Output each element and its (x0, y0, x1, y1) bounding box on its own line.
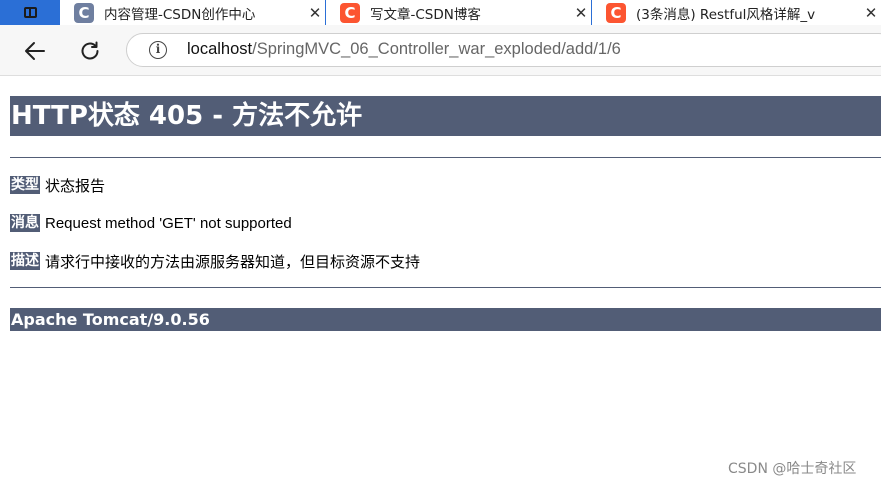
url-text[interactable]: localhost/SpringMVC_06_Controller_war_ex… (187, 40, 621, 59)
message-row: 消息 Request method 'GET' not supported (10, 212, 292, 234)
server-footer: Apache Tomcat/9.0.56 (10, 308, 881, 331)
tab-csdn-write-article[interactable]: C 写文章-CSDN博客 ✕ (326, 0, 591, 25)
watermark: CSDN @哈士奇社区 (728, 461, 857, 477)
type-label: 类型 (10, 176, 40, 194)
tab-title: (3条消息) Restful风格详解_v (636, 6, 816, 23)
url-path: /SpringMVC_06_Controller_war_exploded/ad… (252, 40, 621, 58)
tab-close-icon[interactable]: ✕ (305, 4, 325, 22)
csdn-favicon-icon: C (606, 2, 626, 23)
tab-title: 内容管理-CSDN创作中心 (104, 6, 256, 23)
tab-actions-icon (23, 7, 37, 18)
divider (10, 287, 881, 288)
address-bar[interactable]: i localhost/SpringMVC_06_Controller_war_… (126, 33, 881, 67)
type-value: 状态报告 (45, 177, 106, 195)
tab-restful-article[interactable]: C (3条消息) Restful风格详解_v ✕ (592, 0, 881, 25)
reload-button[interactable] (78, 39, 102, 63)
tab-csdn-content-manage[interactable]: C 内容管理-CSDN创作中心 ✕ (60, 0, 325, 25)
tab-actions-button[interactable] (0, 0, 60, 25)
tab-close-icon[interactable]: ✕ (861, 4, 881, 22)
divider (10, 157, 881, 158)
message-value: Request method 'GET' not supported (45, 214, 292, 232)
type-row: 类型 状态报告 (10, 174, 105, 196)
error-title: HTTP状态 405 - 方法不允许 (10, 96, 881, 136)
description-label: 描述 (10, 252, 40, 270)
tab-close-icon[interactable]: ✕ (571, 4, 591, 22)
reload-icon (81, 41, 99, 60)
site-info-icon[interactable]: i (149, 41, 167, 59)
navigation-bar: i localhost/SpringMVC_06_Controller_war_… (0, 25, 881, 76)
message-label: 消息 (10, 214, 40, 232)
tab-title: 写文章-CSDN博客 (370, 6, 481, 23)
back-arrow-icon (25, 42, 45, 60)
description-value: 请求行中接收的方法由源服务器知道，但目标资源不支持 (45, 253, 421, 271)
description-row: 描述 请求行中接收的方法由源服务器知道，但目标资源不支持 (10, 250, 420, 272)
csdn-favicon-icon: C (74, 2, 94, 23)
csdn-favicon-icon: C (340, 2, 360, 23)
tab-strip: C 内容管理-CSDN创作中心 ✕ C 写文章-CSDN博客 ✕ C (3条消息… (0, 0, 881, 25)
back-button[interactable] (23, 39, 47, 63)
url-host: localhost (187, 40, 253, 58)
